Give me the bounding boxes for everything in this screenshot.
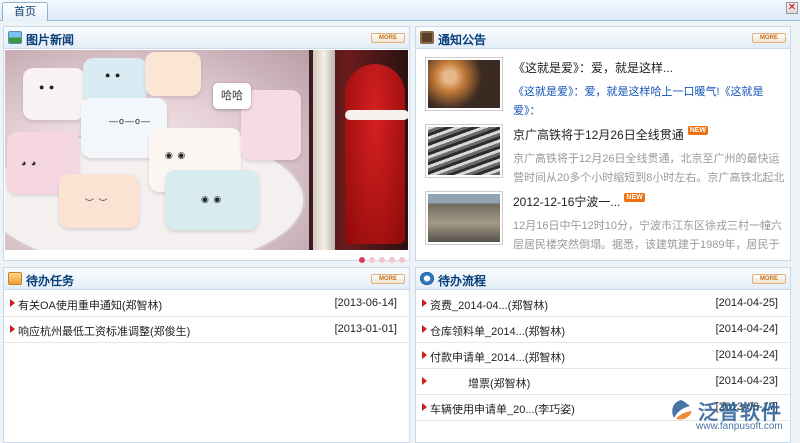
notice-title[interactable]: 2012-12-16宁波一... NEW [513,193,785,210]
marshmallow-shape [145,52,201,96]
news-panel-header: 图片新闻 MORE [4,27,409,49]
marshmallow-shape [23,68,85,120]
flow-panel-header: 待办流程 MORE [416,268,790,290]
task-date: [2013-06-14] [334,297,397,309]
face-doodle: ● ● [39,82,56,92]
face-doodle: ︶ ︶ [85,198,109,208]
arrow-right-icon [422,403,427,411]
clock-icon [420,272,434,285]
notice-panel-header: 通知公告 MORE [416,27,790,49]
tasks-list: 有关OA使用重申通知(郑智林) [2013-06-14] 响应杭州最低工资标准调… [4,291,409,343]
notice-thumbnail[interactable] [425,57,503,111]
pillar-shape [313,50,335,250]
notice-item[interactable]: 2012-12-16宁波一... NEW 12月16日中午12时10分，宁波市江东… [425,191,785,251]
news-panel: 图片新闻 MORE ● ● ● ● —o—o— ◉ ◉ ◕ ◕ ︶ ︶ ◉ ◉ … [3,26,410,263]
notice-description[interactable]: 12月16日中午12时10分，宁波市江东区徐戎三村一幢六层居民楼突然倒塌。据悉，… [513,217,785,257]
watermark-url: www.fanpusoft.com [696,421,783,432]
face-doodle: —o—o— [109,116,152,126]
task-date: [2013-01-01] [334,323,397,335]
notice-title[interactable]: 京广高铁将于12月26日全线贯通 NEW [513,126,785,143]
flow-text[interactable]: 增票(郑智林) [468,375,530,391]
notice-more-button[interactable]: MORE [752,33,786,43]
arrow-right-icon [10,325,15,333]
news-slide-image[interactable]: ● ● ● ● —o—o— ◉ ◉ ◕ ◕ ︶ ︶ ◉ ◉ 哈哈 [5,50,408,250]
notice-title[interactable]: 《这就是爱》：爱，就是这样... [513,59,785,76]
news-panel-title: 图片新闻 [26,33,75,47]
new-badge: NEW [624,193,645,202]
notice-thumbnail[interactable] [425,191,503,245]
tasks-panel-title: 待办任务 [26,274,75,288]
flow-text[interactable]: 车辆使用申请单_20...(李巧姿) [430,401,575,417]
slide-dot[interactable] [399,257,405,263]
tab-bar: 首页 ✕ [0,0,800,21]
notice-thumbnail[interactable] [425,124,503,178]
speech-bubble: 哈哈 [213,83,251,109]
slide-dot[interactable] [389,257,395,263]
notice-title-text[interactable]: 京广高铁将于12月26日全线贯通 [513,128,684,142]
flow-row[interactable]: 资费_2014-04...(郑智林) [2014-04-25] [416,291,790,317]
flow-panel-title: 待办流程 [438,274,487,288]
bulletin-board-icon [420,31,434,44]
hat-fur-shape [345,110,408,120]
flow-date: [2014-04-24] [715,349,778,361]
task-row[interactable]: 响应杭州最低工资标准调整(郑俊生) [2013-01-01] [4,317,409,343]
flow-row[interactable]: 付款申请单_2014...(郑智林) [2014-04-24] [416,343,790,369]
arrow-right-icon [422,377,427,385]
arrow-right-icon [422,325,427,333]
tasks-more-button[interactable]: MORE [371,274,405,284]
flow-more-button[interactable]: MORE [752,274,786,284]
flow-date: [2014-04-23] [715,375,778,387]
tasks-panel: 待办任务 MORE 有关OA使用重申通知(郑智林) [2013-06-14] 响… [3,267,410,443]
notice-description[interactable]: 《这就是爱》：爱，就是这样哈上一口暖气!《这就是爱》： [513,83,785,123]
task-row[interactable]: 有关OA使用重申通知(郑智林) [2013-06-14] [4,291,409,317]
notice-photo [428,60,500,108]
notice-photo [428,194,500,242]
face-doodle: ◉ ◉ [165,150,187,160]
slide-dot[interactable] [369,257,375,263]
arrow-right-icon [422,299,427,307]
flow-row[interactable]: 增票(郑智林) [2014-04-23] [416,369,790,395]
new-badge: NEW [687,126,709,135]
face-doodle: ◕ ◕ [21,158,38,168]
face-doodle: ◉ ◉ [201,194,223,204]
slide-indicators [355,252,405,266]
news-more-button[interactable]: MORE [371,33,405,43]
slide-dot[interactable] [359,257,365,263]
task-text[interactable]: 有关OA使用重申通知(郑智林) [18,297,162,313]
notice-item[interactable]: 京广高铁将于12月26日全线贯通 NEW 京广高铁将于12月26日全线贯通，北京至… [425,124,785,184]
tab-home[interactable]: 首页 [2,2,48,21]
notice-panel-title: 通知公告 [438,33,487,47]
fanpu-logo-icon [672,400,692,420]
flow-text[interactable]: 仓库领料单_2014...(郑智林) [430,323,565,339]
slide-dot[interactable] [379,257,385,263]
flow-text[interactable]: 资费_2014-04...(郑智林) [430,297,548,313]
flow-date: [2014-04-24] [715,323,778,335]
task-text[interactable]: 响应杭州最低工资标准调整(郑俊生) [18,323,190,339]
notice-title-text[interactable]: 2012-12-16宁波一... [513,195,620,209]
notice-photo [428,127,500,175]
task-icon [8,272,22,285]
santa-figure [345,64,405,244]
notice-item[interactable]: 《这就是爱》：爱，就是这样... 《这就是爱》：爱，就是这样哈上一口暖气!《这就… [425,57,785,117]
marshmallow-photo: ● ● ● ● —o—o— ◉ ◉ ◕ ◕ ︶ ︶ ◉ ◉ 哈哈 [5,50,309,250]
flow-row[interactable]: 仓库领料单_2014...(郑智林) [2014-04-24] [416,317,790,343]
tasks-panel-header: 待办任务 MORE [4,268,409,290]
flow-text[interactable]: 付款申请单_2014...(郑智林) [430,349,565,365]
arrow-right-icon [422,351,427,359]
christmas-photo [309,50,408,250]
marshmallow-shape [83,58,147,102]
picture-icon [8,31,22,44]
watermark-logo: 泛普软件 www.fanpusoft.com [668,394,798,434]
flow-date: [2014-04-25] [715,297,778,309]
notice-panel: 通知公告 MORE 《这就是爱》：爱，就是这样... 《这就是爱》：爱，就是这样… [415,26,791,261]
arrow-right-icon [10,299,15,307]
face-doodle: ● ● [105,70,122,80]
close-icon[interactable]: ✕ [786,2,798,14]
notice-description[interactable]: 京广高铁将于12月26日全线贯通，北京至广州的最快运营时间从20多个小时缩短到8… [513,150,785,190]
